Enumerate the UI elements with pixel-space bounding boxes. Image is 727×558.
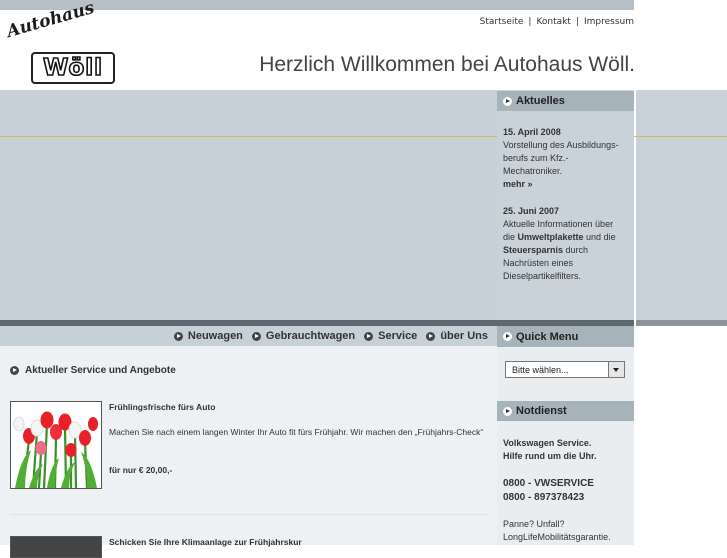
arrow-right-icon — [503, 406, 512, 416]
arrow-right-icon — [426, 331, 436, 341]
link-startseite[interactable]: Startseite — [480, 17, 524, 27]
news-text: Nachrüsten eines — [503, 258, 574, 268]
teaser-title[interactable]: Schicken Sie Ihre Klimaanlage zur Frühja… — [109, 537, 302, 547]
news-text: Mechatroniker. — [503, 166, 563, 176]
top-strip — [0, 0, 634, 10]
teaser-text: Machen Sie nach einem langen Winter Ihr … — [109, 427, 484, 437]
section-title: Aktueller Service und Angebote — [10, 365, 176, 376]
notdienst-text: LongLifeMobilitätsgarantie. — [503, 532, 611, 542]
quickmenu-heading: Quick Menu — [516, 330, 579, 343]
arrow-right-icon — [364, 331, 374, 341]
accent-line — [0, 136, 497, 137]
arrow-right-icon — [503, 96, 512, 106]
notdienst-text: Panne? Unfall? — [503, 519, 565, 529]
news-text: Aktuelle Informationen über — [503, 219, 614, 229]
link-separator: | — [575, 17, 579, 27]
link-kontakt[interactable]: Kontakt — [536, 17, 570, 27]
umweltplakette-link[interactable]: Umweltplakette — [518, 232, 584, 242]
main-nav: Neuwagen Gebrauchtwagen Service über Uns — [0, 326, 497, 346]
steuersparnis-link[interactable]: Steuersparnis — [503, 245, 563, 255]
more-link[interactable]: mehr » — [503, 178, 628, 191]
arrow-right-icon — [503, 332, 512, 341]
nav-label: Neuwagen — [187, 330, 243, 342]
welcome-heading: Herzlich Willkommen bei Autohaus Wöll. — [259, 53, 635, 76]
nav-ueber-uns[interactable]: über Uns — [426, 330, 488, 342]
nav-label: über Uns — [440, 330, 488, 342]
news-item: 25. Juni 2007 Aktuelle Informationen übe… — [497, 205, 634, 283]
nav-service[interactable]: Service — [364, 330, 417, 342]
hero-right-panel — [636, 90, 727, 320]
notdienst-header: Notdienst — [497, 401, 634, 421]
notdienst-heading: Notdienst — [516, 405, 567, 417]
notdienst-phone[interactable]: 0800 - VWSERVICE — [503, 477, 594, 490]
link-separator: | — [528, 17, 532, 27]
notdienst-text: Volkswagen Service. — [503, 438, 592, 448]
news-header: Aktuelles — [497, 91, 634, 111]
news-text: Dieselpartikelfilters. — [503, 271, 582, 281]
news-sidebar: Aktuelles 15. April 2008 Vorstellung des… — [497, 90, 634, 320]
news-heading: Aktuelles — [516, 95, 565, 107]
teaser-divider — [10, 514, 487, 515]
news-item: 15. April 2008 Vorstellung des Ausbildun… — [497, 126, 634, 191]
teaser-price: für nur € 20,00,- — [109, 465, 173, 475]
logo[interactable]: Wöll — [31, 52, 115, 84]
arrow-right-icon — [173, 331, 183, 341]
link-impressum[interactable]: Impressum — [584, 17, 634, 27]
nav-neuwagen[interactable]: Neuwagen — [173, 330, 243, 342]
arrow-right-icon — [10, 366, 19, 375]
nav-label: Gebrauchtwagen — [265, 330, 356, 342]
car-image[interactable] — [10, 536, 102, 558]
teaser-title[interactable]: Frühlingsfrische fürs Auto — [109, 402, 215, 412]
arrow-right-icon — [251, 331, 261, 341]
nav-label: Service — [378, 330, 418, 342]
section-title-text: Aktueller Service und Angebote — [25, 365, 176, 376]
tulips-image[interactable] — [10, 401, 102, 489]
quick-menu-select[interactable]: Bitte wählen... — [505, 361, 625, 378]
news-date: 25. Juni 2007 — [503, 206, 560, 216]
sidebar-lower: Quick Menu Notdienst — [497, 326, 634, 545]
news-text: berufs zum Kfz.- — [503, 153, 569, 163]
accent-line-right — [634, 136, 727, 137]
chevron-down-icon[interactable] — [608, 362, 624, 377]
tulips-illustration — [11, 402, 101, 488]
right-margin — [636, 326, 727, 545]
nav-gebrauchtwagen[interactable]: Gebrauchtwagen — [251, 330, 356, 342]
logo-wordmark: Wöll — [42, 54, 104, 81]
quickmenu-header: Quick Menu — [497, 326, 634, 347]
top-links: Startseite | Kontakt | Impressum — [480, 17, 634, 27]
news-text: die Umweltplakette und die — [503, 232, 616, 242]
news-text: Steuersparnis durch — [503, 245, 589, 255]
notdienst-phone[interactable]: 0800 - 897378423 — [503, 491, 584, 504]
news-date: 15. April 2008 — [503, 127, 561, 137]
notdienst-text: Hilfe rund um die Uhr. — [503, 451, 597, 461]
news-text: Vorstellung des Ausbildungs- — [503, 140, 619, 150]
select-value: Bitte wählen... — [512, 364, 569, 375]
